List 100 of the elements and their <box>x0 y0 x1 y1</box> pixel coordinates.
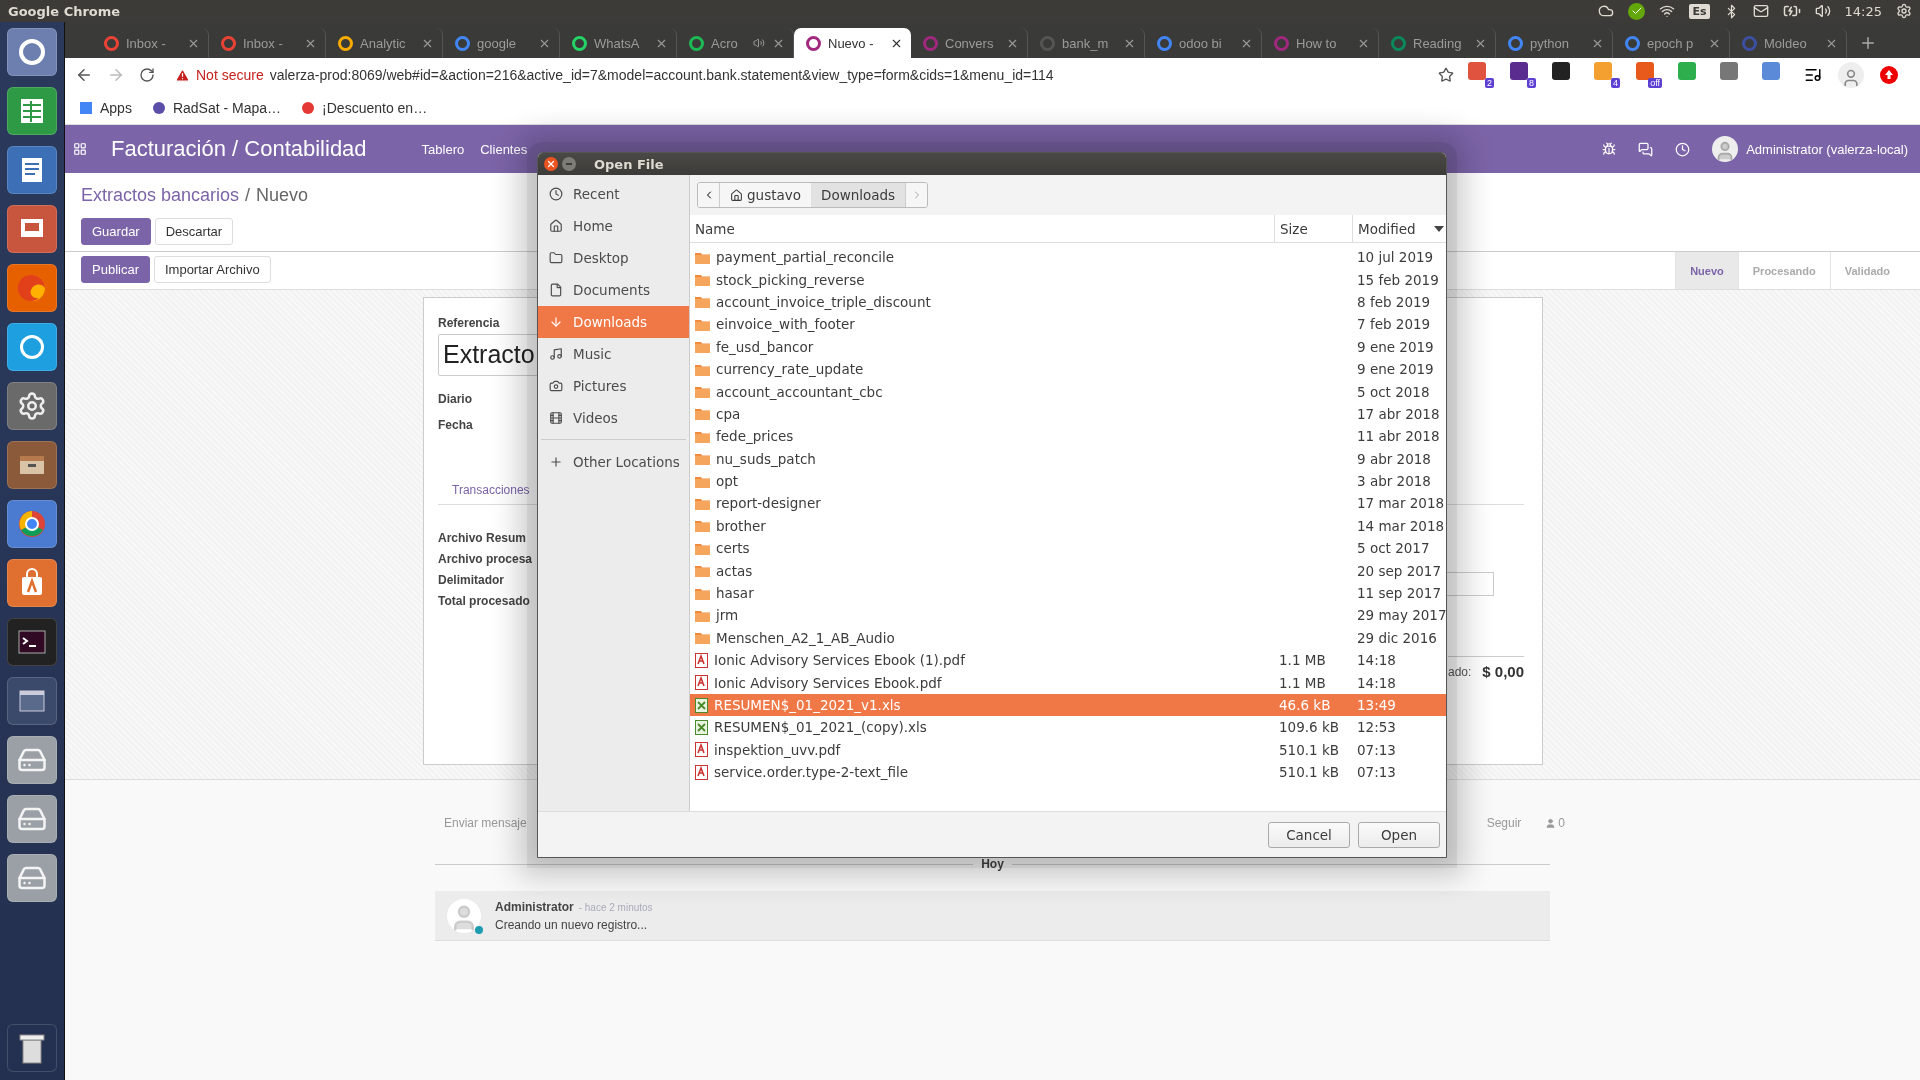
file-row[interactable]: actas 20 sep 2017 <box>690 559 1446 582</box>
file-row[interactable]: Ionic Advisory Services Ebook (1).pdf 1.1 MB 14:18 <box>690 649 1446 672</box>
volume-icon[interactable] <box>1814 3 1831 19</box>
extension-icon[interactable] <box>1552 62 1570 80</box>
file-row[interactable]: fede_prices 11 abr 2018 <box>690 425 1446 448</box>
mail-icon[interactable] <box>1752 3 1769 19</box>
activity-clock-icon[interactable] <box>1675 141 1691 157</box>
file-row[interactable]: account_invoice_triple_discount 8 feb 2019 <box>690 290 1446 314</box>
reload-icon[interactable] <box>139 67 155 83</box>
security-warning[interactable]: Not secure <box>196 67 264 83</box>
file-row[interactable]: certs 5 oct 2017 <box>690 537 1446 560</box>
file-row[interactable]: inspektion_uvv.pdf 510.1 kB 07:13 <box>690 738 1446 761</box>
file-row[interactable]: payment_partial_reconcile 10 jul 2019 <box>690 246 1446 269</box>
user-avatar[interactable] <box>1712 136 1739 162</box>
debug-icon[interactable] <box>1602 142 1617 156</box>
trash-icon[interactable] <box>17 1031 47 1065</box>
file-row[interactable]: nu_suds_patch 9 abr 2018 <box>690 447 1446 470</box>
clock[interactable]: 14:25 <box>1844 3 1882 19</box>
browser-app-icon[interactable] <box>16 272 48 304</box>
field-label: Delimitador <box>438 573 504 587</box>
places-item[interactable]: Desktop <box>538 242 689 274</box>
terminal-app-icon[interactable] <box>17 627 47 657</box>
file-row[interactable]: einvoice_with_footer 7 feb 2019 <box>690 313 1446 336</box>
bookmark-link[interactable]: ¡Descuento en… <box>301 100 428 116</box>
file-row[interactable]: report-designer 17 mar 2018 <box>690 492 1446 515</box>
file-row[interactable]: Ionic Advisory Services Ebook.pdf 1.1 MB 14:18 <box>690 671 1446 694</box>
places-item[interactable]: Music <box>538 338 689 370</box>
file-name: account_accountant_cbc <box>716 383 883 400</box>
file-row[interactable]: currency_rate_update 9 ene 2019 <box>690 357 1446 381</box>
extension-icon[interactable] <box>1636 62 1654 80</box>
bookmark-star-icon[interactable] <box>1438 67 1454 83</box>
places-item[interactable]: Recent <box>538 178 689 210</box>
wifi-icon[interactable] <box>1659 3 1676 19</box>
extension-icon[interactable] <box>1510 62 1528 80</box>
file-row[interactable]: stock_picking_reverse 15 feb 2019 <box>690 268 1446 291</box>
settings-icon[interactable] <box>1896 3 1912 19</box>
action-button[interactable]: Publicar <box>81 256 150 283</box>
file-row[interactable]: opt 3 abr 2018 <box>690 469 1446 493</box>
plus-icon <box>549 455 563 469</box>
folder-icon <box>695 340 710 354</box>
status-stage[interactable]: Nuevo <box>1675 252 1738 289</box>
form-button[interactable]: Guardar <box>81 218 151 245</box>
keyboard-layout-indicator[interactable]: Es <box>1689 3 1710 19</box>
other-locations-item[interactable]: Other Locations <box>538 446 689 478</box>
file-name: hasar <box>716 585 754 602</box>
file-row[interactable]: service.order.type-2-text_file 510.1 kB 07:13 <box>690 761 1446 784</box>
form-button[interactable]: Descartar <box>154 218 234 245</box>
path-button[interactable]: Downloads <box>811 183 906 207</box>
file-modified: 17 abr 2018 <box>1356 405 1441 422</box>
places-item[interactable]: Home <box>538 210 689 242</box>
browser-app-icon[interactable] <box>16 508 48 540</box>
file-row[interactable]: jrm 29 may 2017 <box>690 604 1446 627</box>
menu-link[interactable]: Clientes <box>480 141 528 157</box>
places-item[interactable]: Documents <box>538 274 689 306</box>
file-row[interactable]: hasar 11 sep 2017 <box>690 581 1446 605</box>
file-row[interactable]: account_accountant_cbc 5 oct 2018 <box>690 380 1446 403</box>
column-header[interactable]: Size <box>1274 215 1352 242</box>
notebook-tab[interactable]: Transacciones <box>452 483 530 497</box>
chat-icon[interactable] <box>1638 141 1654 157</box>
file-modified: 11 sep 2017 <box>1356 585 1443 602</box>
places-item[interactable]: Pictures <box>538 370 689 402</box>
user-name[interactable]: Administrator (valerza-local) <box>1746 141 1908 157</box>
file-row[interactable]: brother 14 mar 2018 <box>690 514 1446 538</box>
profile-avatar[interactable] <box>1838 62 1864 88</box>
file-row[interactable]: Menschen_A2_1_AB_Audio 29 dic 2016 <box>690 626 1446 650</box>
update-icon[interactable] <box>1880 66 1898 84</box>
file-row[interactable]: RESUMEN$_01_2021_(copy).xls 109.6 kB 12:53 <box>690 716 1446 739</box>
sync-status-icon[interactable] <box>1628 2 1646 20</box>
folder-icon <box>695 407 710 421</box>
dialog-button[interactable]: Cancel <box>1268 821 1350 848</box>
path-back-button[interactable] <box>698 183 720 207</box>
bookmark-link[interactable]: Apps <box>79 100 132 116</box>
browser-tab[interactable]: Nuevo - <box>794 28 911 58</box>
action-button[interactable]: Importar Archivo <box>153 256 271 283</box>
apps-menu-icon[interactable] <box>73 142 87 156</box>
back-icon[interactable] <box>75 66 93 84</box>
file-row[interactable]: cpa 17 abr 2018 <box>690 402 1446 426</box>
file-name: certs <box>716 540 750 557</box>
file-modified: 15 feb 2019 <box>1356 271 1440 288</box>
new-tab-icon[interactable] <box>1859 34 1877 52</box>
media-control-icon[interactable] <box>1804 66 1822 84</box>
file-modified: 5 oct 2018 <box>1356 383 1431 400</box>
url-text[interactable]: valerza-prod:8069/web#id=&action=216&active_id=7&model=account.bank.statement&view_type=form&cids=1&menu_id=114 <box>269 67 1054 83</box>
bookmark-link[interactable]: RadSat - Mapa… <box>151 100 282 116</box>
column-header[interactable]: Name <box>690 215 1274 242</box>
column-header[interactable]: Modified <box>1352 215 1446 242</box>
launcher-logo-icon[interactable] <box>17 37 47 67</box>
close-icon[interactable] <box>544 157 558 171</box>
folder-icon <box>695 273 710 287</box>
places-item[interactable]: Videos <box>538 402 689 434</box>
file-name: einvoice_with_footer <box>716 316 855 333</box>
cloud-icon[interactable] <box>1598 3 1615 19</box>
chat-app-icon[interactable] <box>17 332 47 362</box>
file-row[interactable]: fe_usd_bancor 9 ene 2019 <box>690 335 1446 358</box>
breadcrumb-link[interactable]: Extractos bancarios <box>81 185 240 206</box>
menu-link[interactable]: Tablero <box>421 141 465 157</box>
dialog-button[interactable]: Open <box>1358 821 1440 848</box>
folder-icon <box>695 519 710 533</box>
audio-playing-icon[interactable] <box>753 37 765 49</box>
settings-icon[interactable] <box>17 391 47 421</box>
